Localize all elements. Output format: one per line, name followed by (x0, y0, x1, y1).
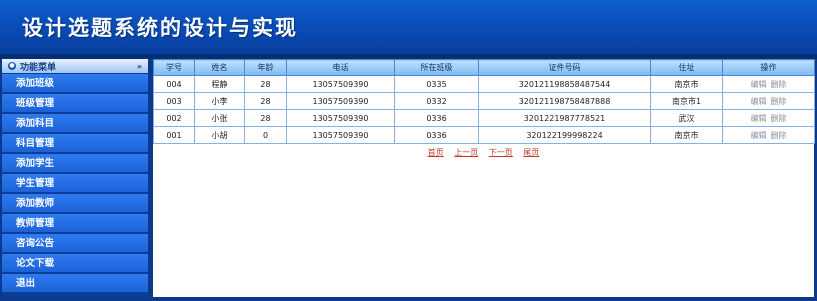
cell-actions: 编辑 删除 (722, 109, 815, 127)
cell-id: 003 (153, 92, 195, 110)
sidebar-item-logout[interactable]: 退出 (2, 274, 148, 293)
cell-cert: 320121198758487888 (478, 92, 651, 110)
page-title: 设计选题系统的设计与实现 (22, 15, 298, 40)
cell-id: 001 (153, 126, 195, 144)
cell-address: 南京市 (650, 75, 723, 93)
menu-header[interactable]: ● 功能菜单 » (2, 59, 148, 73)
sidebar: ● 功能菜单 » 添加班级 班级管理 添加科目 科目管理 添加学生 学生管理 添… (2, 59, 148, 297)
next-page-link[interactable]: 下一页 (489, 148, 513, 157)
cell-id: 002 (153, 109, 195, 127)
table-row: 003 小李 28 13057509390 0332 3201211987584… (153, 92, 815, 110)
cell-actions: 编辑 删除 (722, 92, 815, 110)
student-table: 学号 姓名 年龄 电话 所在班级 证件号码 住址 操作 004 程静 28 13… (153, 59, 815, 144)
table-row: 001 小胡 0 13057509390 0336 32012219999822… (153, 126, 815, 144)
cell-name: 程静 (194, 75, 245, 93)
cell-id: 004 (153, 75, 195, 93)
cell-cert: 320121198858487544 (478, 75, 651, 93)
sidebar-item-class-management[interactable]: 班级管理 (2, 94, 148, 113)
delete-link[interactable]: 删除 (771, 114, 787, 123)
edit-link[interactable]: 编辑 (751, 131, 767, 140)
edit-link[interactable]: 编辑 (751, 97, 767, 106)
sidebar-item-student-management[interactable]: 学生管理 (2, 174, 148, 193)
cell-age: 28 (244, 109, 287, 127)
prev-page-link[interactable]: 上一页 (454, 148, 478, 157)
cell-age: 0 (244, 126, 287, 144)
sidebar-item-announcements[interactable]: 咨询公告 (2, 234, 148, 253)
column-header-id: 学号 (153, 59, 195, 76)
cell-actions: 编辑 删除 (722, 126, 815, 144)
column-header-age: 年龄 (244, 59, 287, 76)
cell-phone: 13057509390 (286, 126, 395, 144)
chevron-down-icon[interactable]: » (137, 62, 142, 71)
cell-class: 0336 (394, 126, 479, 144)
table-header-row: 学号 姓名 年龄 电话 所在班级 证件号码 住址 操作 (153, 59, 815, 76)
cell-address: 武汉 (650, 109, 723, 127)
main-content: 学号 姓名 年龄 电话 所在班级 证件号码 住址 操作 004 程静 28 13… (153, 59, 815, 297)
last-page-link[interactable]: 尾页 (523, 148, 539, 157)
cell-class: 0332 (394, 92, 479, 110)
column-header-cert: 证件号码 (478, 59, 651, 76)
table-row: 002 小张 28 13057509390 0336 3201221987778… (153, 109, 815, 127)
column-header-name: 姓名 (194, 59, 245, 76)
cell-age: 28 (244, 92, 287, 110)
delete-link[interactable]: 删除 (771, 80, 787, 89)
cell-address: 南京市1 (650, 92, 723, 110)
cell-name: 小李 (194, 92, 245, 110)
menu-header-label: 功能菜单 (20, 62, 57, 73)
sidebar-item-add-student[interactable]: 添加学生 (2, 154, 148, 173)
cell-name: 小张 (194, 109, 245, 127)
edit-link[interactable]: 编辑 (751, 114, 767, 123)
column-header-actions: 操作 (722, 59, 815, 76)
edit-link[interactable]: 编辑 (751, 80, 767, 89)
first-page-link[interactable]: 首页 (428, 148, 444, 157)
cell-age: 28 (244, 75, 287, 93)
menu-toggle-icon: ● (8, 62, 16, 70)
cell-address: 南京市 (650, 126, 723, 144)
delete-link[interactable]: 删除 (771, 97, 787, 106)
delete-link[interactable]: 删除 (771, 131, 787, 140)
sidebar-item-paper-download[interactable]: 论文下载 (2, 254, 148, 273)
cell-class: 0336 (394, 109, 479, 127)
sidebar-item-subject-management[interactable]: 科目管理 (2, 134, 148, 153)
cell-phone: 13057509390 (286, 92, 395, 110)
cell-phone: 13057509390 (286, 109, 395, 127)
sidebar-item-add-subject[interactable]: 添加科目 (2, 114, 148, 133)
column-header-class: 所在班级 (394, 59, 479, 76)
sidebar-item-add-teacher[interactable]: 添加教师 (2, 194, 148, 213)
cell-cert: 320122199998224 (478, 126, 651, 144)
app-header: 设计选题系统的设计与实现 (0, 0, 817, 54)
column-header-address: 住址 (650, 59, 723, 76)
pagination: 首页 上一页 下一页 尾页 (153, 147, 814, 158)
sidebar-item-teacher-management[interactable]: 教师管理 (2, 214, 148, 233)
cell-actions: 编辑 删除 (722, 75, 815, 93)
sidebar-item-add-class[interactable]: 添加班级 (2, 74, 148, 93)
cell-cert: 3201221987778521 (478, 109, 651, 127)
table-row: 004 程静 28 13057509390 0335 3201211988584… (153, 75, 815, 93)
column-header-phone: 电话 (286, 59, 395, 76)
cell-class: 0335 (394, 75, 479, 93)
cell-name: 小胡 (194, 126, 245, 144)
cell-phone: 13057509390 (286, 75, 395, 93)
